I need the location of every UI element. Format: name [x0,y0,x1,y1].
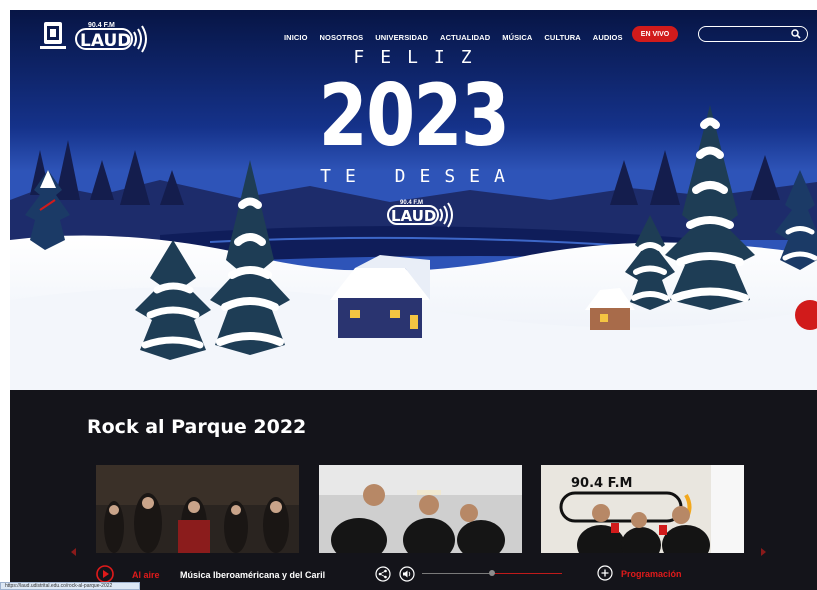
menu-item-audios[interactable]: AUDIOS [587,30,629,45]
live-button[interactable]: EN VIVO [632,26,678,42]
volume-track [422,573,492,574]
volume-knob[interactable] [489,570,495,576]
main-menu: INICIO NOSOTROS UNIVERSIDAD ACTUALIDAD M… [278,30,629,45]
on-air-label: Al aire [132,570,160,580]
gallery-card-2[interactable] [319,465,522,553]
gallery-card-3[interactable]: 90.4 F.M [541,465,744,553]
volume-icon[interactable] [399,566,415,582]
menu-item-actualidad[interactable]: ACTUALIDAD [434,30,496,45]
search-icon[interactable] [791,29,801,39]
hero-laud-logo: 90.4 F.M LAUD [386,196,458,232]
carousel-prev-icon[interactable] [71,548,77,556]
greeting-line-2: TE DESEA [320,166,519,187]
menu-item-nosotros[interactable]: NOSOTROS [314,30,370,45]
schedule-link[interactable]: Programación [621,569,682,579]
search-box [698,26,808,42]
menu-item-universidad[interactable]: UNIVERSIDAD [369,30,434,45]
volume-fill [492,573,562,574]
menu-item-musica[interactable]: MÚSICA [496,30,538,45]
add-icon[interactable] [597,565,613,581]
carousel-next-icon[interactable] [760,548,766,556]
greeting-year: 2023 [318,66,510,166]
band-photo-3: 90.4 F.M [541,465,744,553]
featured-section: Rock al Parque 2022 90.4 F.M [10,390,817,590]
band-photo-2 [319,465,522,553]
play-icon[interactable] [96,565,114,583]
section-title: Rock al Parque 2022 [87,416,307,438]
hero-logo-text: LAUD [391,207,436,225]
menu-item-inicio[interactable]: INICIO [278,30,314,45]
browser-status-url: https://laud.udistrital.edu.co/rock-al-p… [0,582,140,590]
share-icon[interactable] [375,566,391,582]
hero-banner[interactable]: 90.4 F.M LAUD INICIO NOSOTROS UNIVERSIDA… [10,10,817,390]
svg-text:90.4 F.M: 90.4 F.M [571,476,632,491]
current-program: Música Iberoaméricana y del Caril [180,570,326,580]
floating-side-button[interactable] [795,300,817,330]
greeting-line-1: FELIZ [353,47,488,68]
band-photo-1 [96,465,299,553]
menu-item-cultura[interactable]: CULTURA [538,30,586,45]
logo-frequency-text: 90.4 F.M [88,22,115,29]
volume-slider[interactable] [422,570,562,576]
gallery-card-1[interactable] [96,465,299,553]
search-input[interactable] [705,28,789,40]
